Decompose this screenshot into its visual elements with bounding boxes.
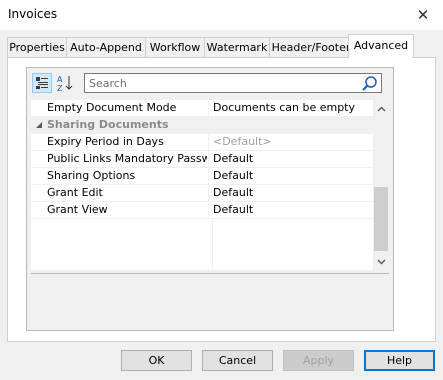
property-name: Expiry Period in Days	[47, 135, 164, 148]
tab-watermark[interactable]: Watermark	[204, 37, 270, 57]
property-name: Empty Document Mode	[47, 101, 177, 114]
ok-button[interactable]: OK	[121, 350, 192, 371]
scroll-thumb[interactable]	[374, 187, 388, 251]
property-row-grant-view[interactable]: Grant View Default	[31, 202, 373, 219]
categorized-view-button[interactable]	[32, 73, 52, 93]
property-value[interactable]: Default	[213, 185, 371, 201]
description-pane	[31, 273, 389, 326]
property-row-public-links-mandatory-password[interactable]: Public Links Mandatory Passw... Default	[31, 151, 373, 168]
title-bar: Invoices ✕	[0, 0, 443, 30]
property-value[interactable]: Default	[213, 202, 371, 218]
property-row-empty-document-mode[interactable]: Empty Document Mode Documents can be emp…	[31, 100, 373, 117]
category-sharing-documents[interactable]: Sharing Documents	[31, 117, 373, 134]
property-name: Grant View	[47, 203, 108, 216]
tab-auto-append[interactable]: Auto-Append	[66, 37, 146, 57]
cancel-button[interactable]: Cancel	[202, 350, 273, 371]
sort-alphabetical-icon: A Z	[57, 75, 73, 92]
categorized-view-icon	[36, 77, 48, 89]
svg-text:Z: Z	[57, 84, 63, 92]
property-value[interactable]: <Default>	[213, 134, 371, 150]
tab-properties[interactable]: Properties	[7, 37, 67, 57]
property-name: Public Links Mandatory Passw...	[47, 152, 207, 165]
alphabetical-sort-button[interactable]: A Z	[55, 73, 75, 93]
property-row-grant-edit[interactable]: Grant Edit Default	[31, 185, 373, 202]
property-list: Empty Document Mode Documents can be emp…	[31, 100, 373, 270]
window-title: Invoices	[8, 7, 58, 21]
property-row-expiry-period[interactable]: Expiry Period in Days <Default>	[31, 134, 373, 151]
apply-button[interactable]: Apply	[283, 350, 354, 371]
property-row-sharing-options[interactable]: Sharing Options Default	[31, 168, 373, 185]
tab-workflow[interactable]: Workflow	[145, 37, 205, 57]
property-grid: A Z Empty Document Mode Documents can be…	[26, 67, 394, 331]
search-input[interactable]	[89, 76, 354, 90]
chevron-down-icon	[376, 258, 386, 265]
column-divider	[212, 219, 213, 270]
property-value[interactable]: Documents can be empty	[213, 100, 371, 116]
property-value[interactable]: Default	[213, 168, 371, 184]
search-box[interactable]	[84, 73, 382, 93]
help-button[interactable]: Help	[364, 350, 435, 371]
category-label: Sharing Documents	[47, 118, 169, 131]
property-value[interactable]: Default	[213, 151, 371, 167]
collapse-triangle-icon[interactable]	[35, 121, 43, 129]
tab-advanced[interactable]: Advanced	[348, 34, 414, 58]
scroll-up-button[interactable]	[373, 100, 389, 117]
chevron-up-icon	[376, 105, 386, 112]
scroll-down-button[interactable]	[373, 253, 389, 270]
tab-header-footer[interactable]: Header/Footer	[269, 37, 353, 57]
svg-text:A: A	[57, 75, 63, 84]
invoices-dialog: Invoices ✕ Properties Auto-Append Workfl…	[0, 0, 443, 380]
search-icon[interactable]	[361, 75, 378, 92]
property-name: Grant Edit	[47, 186, 103, 199]
property-name: Sharing Options	[47, 169, 136, 182]
close-button[interactable]: ✕	[403, 0, 443, 30]
vertical-scrollbar[interactable]	[373, 100, 389, 270]
